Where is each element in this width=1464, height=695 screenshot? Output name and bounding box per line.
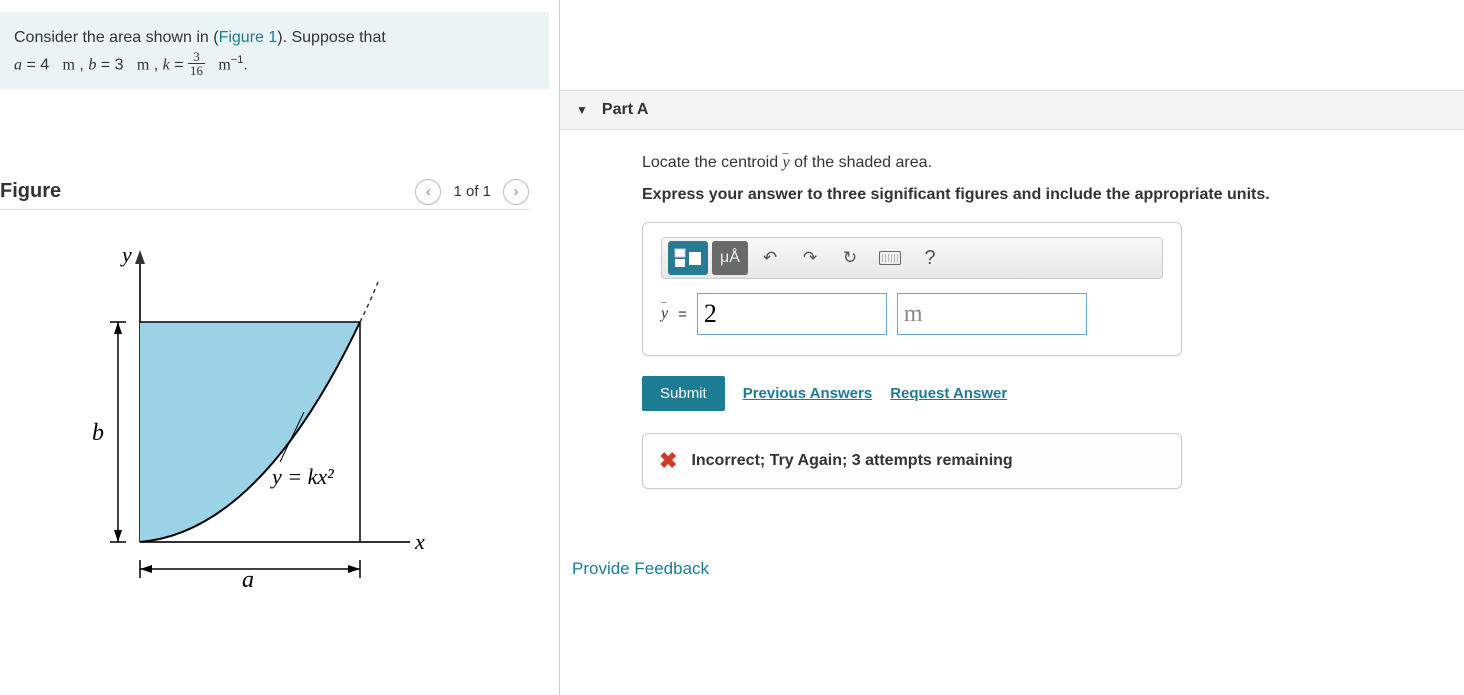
- instruction-text: Locate the centroid y of the shaded area…: [642, 154, 1448, 172]
- figure-next-button[interactable]: ›: [503, 179, 529, 205]
- figure-title: Figure: [0, 180, 61, 203]
- var-b: b: [88, 57, 96, 74]
- reset-button[interactable]: ↻: [832, 241, 868, 275]
- problem-intro-prefix: Consider the area shown in (: [14, 29, 219, 46]
- answer-box: μÅ ↶ ↷ ↻ ? y =: [642, 222, 1182, 356]
- help-button[interactable]: ?: [912, 241, 948, 275]
- answer-row: y =: [661, 293, 1163, 335]
- figure-nav: ‹ 1 of 1 ›: [415, 179, 529, 205]
- redo-button[interactable]: ↷: [792, 241, 828, 275]
- unit-b: m: [137, 57, 149, 74]
- incorrect-icon: ✖: [659, 448, 677, 474]
- previous-answers-link[interactable]: Previous Answers: [743, 385, 873, 402]
- request-answer-link[interactable]: Request Answer: [890, 385, 1007, 402]
- part-title: Part A: [602, 101, 649, 119]
- right-panel: ▼ Part A Locate the centroid y of the sh…: [560, 0, 1464, 695]
- answer-units-input[interactable]: [897, 293, 1087, 335]
- template-tool-button[interactable]: [668, 241, 708, 275]
- var-a: a: [14, 57, 22, 74]
- part-content: Locate the centroid y of the shaded area…: [560, 130, 1464, 579]
- answer-toolbar: μÅ ↶ ↷ ↻ ?: [661, 237, 1163, 279]
- answer-value-input[interactable]: [697, 293, 887, 335]
- answer-var-label: y: [661, 305, 668, 323]
- figure-prev-button[interactable]: ‹: [415, 179, 441, 205]
- a-dim-label: a: [242, 567, 254, 592]
- k-unit-m: m: [218, 57, 230, 74]
- figure-link[interactable]: Figure 1: [219, 29, 278, 46]
- figure-image: y x b a: [0, 216, 559, 596]
- undo-button[interactable]: ↶: [752, 241, 788, 275]
- provide-feedback-link[interactable]: Provide Feedback: [572, 559, 709, 579]
- k-numerator: 3: [188, 50, 205, 64]
- b-dim-label: b: [92, 420, 104, 446]
- problem-statement: Consider the area shown in (Figure 1). S…: [0, 12, 549, 89]
- var-k: k: [163, 57, 170, 74]
- centroid-symbol: y: [783, 154, 790, 171]
- part-header[interactable]: ▼ Part A: [560, 90, 1464, 130]
- val-b: 3: [115, 57, 124, 74]
- equals-sign: =: [678, 306, 687, 323]
- k-denominator: 16: [188, 64, 205, 77]
- feedback-box: ✖ Incorrect; Try Again; 3 attempts remai…: [642, 433, 1182, 489]
- left-panel: Consider the area shown in (Figure 1). S…: [0, 0, 560, 695]
- submit-button[interactable]: Submit: [642, 376, 725, 411]
- y-axis-label: y: [120, 242, 132, 267]
- figure-header: Figure ‹ 1 of 1 ›: [0, 179, 529, 210]
- keyboard-icon: [879, 251, 901, 265]
- keyboard-button[interactable]: [872, 241, 908, 275]
- figure-counter: 1 of 1: [453, 183, 491, 200]
- val-a: 4: [40, 57, 49, 74]
- x-axis-label: x: [414, 529, 425, 554]
- curve-label: y = kx²: [270, 464, 334, 489]
- problem-intro-suffix: ). Suppose that: [277, 29, 386, 46]
- collapse-icon: ▼: [576, 103, 588, 117]
- instruction-bold: Express your answer to three significant…: [642, 186, 1448, 204]
- unit-a: m: [63, 57, 75, 74]
- units-tool-button[interactable]: μÅ: [712, 241, 748, 275]
- k-unit-exp: −1: [231, 54, 244, 66]
- feedback-text: Incorrect; Try Again; 3 attempts remaini…: [691, 452, 1012, 470]
- k-fraction: 3 16: [188, 50, 205, 77]
- submit-row: Submit Previous Answers Request Answer: [642, 376, 1448, 411]
